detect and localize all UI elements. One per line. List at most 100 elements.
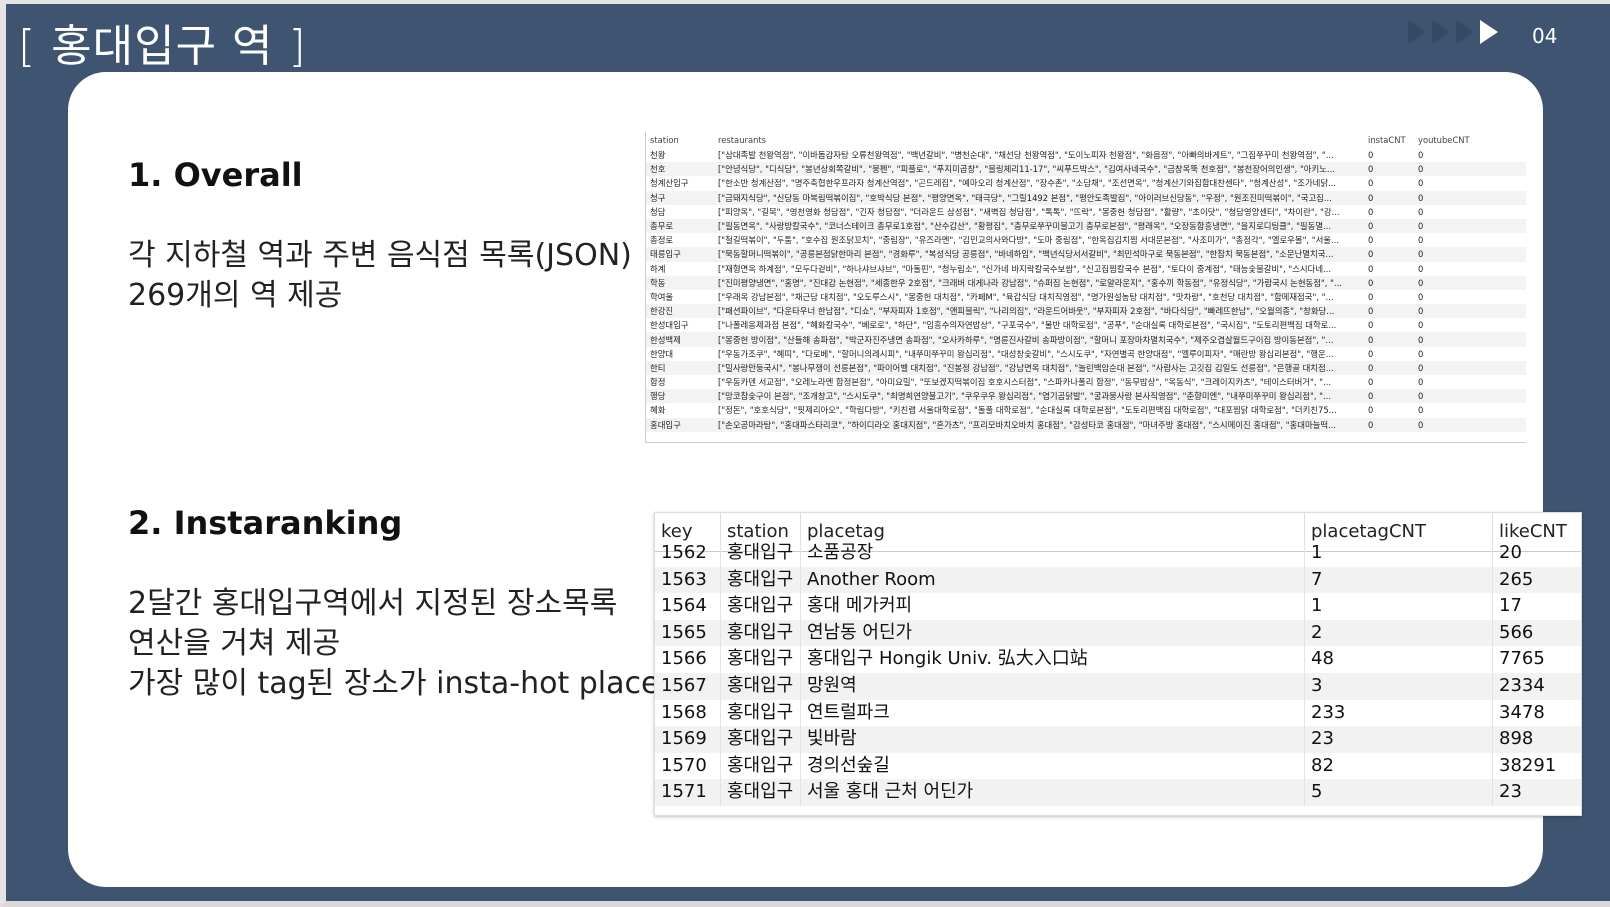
table-cell: ["묵동할머니떡볶이", "공릉본점닭한마리 본점", "경화루", "복성식당…: [714, 247, 1364, 262]
table-cell: ["삼대족발 천왕역점", "이바돔감자탕 오류천왕역점", "백년갈비", "…: [718, 150, 1334, 161]
table-cell: 행당: [646, 389, 714, 404]
table-row[interactable]: 학여울 ["우래옥 강남본점", "채근담 대치점", "오도루스시", "몽중헌…: [646, 290, 1526, 304]
table-cell: ["우동카덴 서교점", "오레노라멘 합정본점", "아미요밀", "또보겠지…: [718, 377, 1332, 388]
table-cell: 1569: [655, 726, 721, 753]
section-overall-heading: 1. Overall: [128, 156, 303, 194]
table-row[interactable]: 한성대입구 ["나폴레옹제과점 본점", "혜화칼국수", "베로로", "하단"…: [646, 318, 1526, 332]
column-header[interactable]: station: [646, 132, 714, 148]
table-row[interactable]: 한티 ["밀사랑만둥국시", "봉나무쟁이 선릉본점", "파이어벨 대치점", …: [646, 360, 1526, 375]
table-cell: 0: [1368, 291, 1374, 302]
table-cell: 1: [1305, 540, 1493, 567]
table-cell: 7: [1305, 566, 1493, 594]
column-header[interactable]: restaurants: [714, 132, 1364, 148]
table-row[interactable]: 태릉입구 ["묵동할머니떡볶이", "공릉본점닭한마리 본점", "경화루", "…: [646, 247, 1526, 262]
table-row[interactable]: 1570 홍대입구 경의선숲길 82 38291: [655, 752, 1581, 780]
table-cell: 0: [1368, 405, 1374, 416]
description-line: 2달간 홍대입구역에서 지정된 장소목록: [128, 586, 618, 621]
table-row[interactable]: 청구 ["금돼지식당", "신당동 마복림떡볶이집", "호박식당 본점", "평…: [646, 190, 1526, 205]
table-cell: 0: [1364, 304, 1414, 319]
table-cell: 20: [1499, 542, 1522, 563]
arrow-icon: [1432, 20, 1450, 44]
column-header[interactable]: youtubeCNT: [1414, 132, 1526, 148]
table-row[interactable]: 1563 홍대입구 Another Room 7 265: [655, 566, 1581, 594]
table-cell: 0: [1414, 417, 1526, 432]
table-row[interactable]: 천호 ["안녕식당", "디식당", "봉년상회쪽갈비", "뭉펜", "피플로"…: [646, 162, 1526, 177]
table-row[interactable]: 1569 홍대입구 빛바람 23 898: [655, 726, 1581, 753]
table-cell: 0: [1414, 304, 1526, 319]
table-row[interactable]: 행당 ["망코참숯구이 본점", "조개창고", "스시도쿠", "최명희연양불고…: [646, 389, 1526, 404]
table-cell: ["피양옥", "길목", "영천영화 청담점", "긴자 청담점", "더라운…: [718, 206, 1340, 217]
table-cell: 48: [1305, 646, 1493, 673]
table-cell: 0: [1364, 218, 1414, 234]
arrow-icon: [1408, 20, 1426, 44]
table-cell: 1566: [655, 646, 721, 673]
table-cell: 1563: [655, 566, 721, 594]
table-row[interactable]: 혜화 ["정돈", "호호식당", "핏제리아오", "학림다방", "키친랩 서…: [646, 403, 1526, 417]
table-cell: 청계산입구: [650, 178, 689, 189]
table-cell: 898: [1499, 728, 1534, 750]
table-cell: 0: [1414, 275, 1526, 290]
table-cell: 0: [1368, 263, 1374, 274]
table-cell: 망원역: [801, 672, 1305, 700]
description-line: 269개의 역 제공: [128, 278, 343, 313]
table-row[interactable]: 1571 홍대입구 서울 홍대 근처 어딘가 5 23: [655, 779, 1581, 806]
table-cell: 0: [1364, 162, 1414, 177]
table-cell: ["안녕식당", "디식당", "봉년상회쪽갈비", "뭉펜", "피플로", …: [714, 162, 1364, 177]
table-row[interactable]: 학동 ["진미평양냉면", "홍명", "진대감 논현점", "세종한우 2호점"…: [646, 275, 1526, 290]
table-row[interactable]: 천왕 ["삼대족발 천왕역점", "이바돔감자탕 오류천왕역점", "백년갈비",…: [646, 148, 1526, 162]
table-row[interactable]: 한성백제 ["몽중헌 방이점", "산들해 송파점", "박군자진주냉면 송파점"…: [646, 332, 1526, 347]
table-cell: 연남동 어딘가: [801, 619, 1305, 647]
table-row[interactable]: 1564 홍대입구 홍대 메가커피 1 17: [655, 593, 1581, 620]
table-cell: 청구: [646, 190, 714, 205]
table-row[interactable]: 한강진 ["패션파이브", "다운타우너 한남점", "디쇼", "부자피자 1호…: [646, 304, 1526, 319]
table-cell: ["손오공마라탕", "홍대파스타리코", "하이디라오 홍대지점", "혼가츠…: [714, 417, 1364, 432]
table-cell: 0: [1414, 218, 1526, 234]
table-cell: 0: [1368, 206, 1374, 217]
table-row[interactable]: 청담 ["피양옥", "길목", "영천영화 청담점", "긴자 청담점", "더…: [646, 205, 1526, 219]
table-cell: 0: [1418, 235, 1424, 246]
table-cell: 홍대입구: [721, 593, 801, 620]
table-cell: ["몽중헌 방이점", "산들해 송파점", "박군자진주냉면 송파점", "오…: [714, 332, 1364, 347]
table-row[interactable]: 1565 홍대입구 연남동 어딘가 2 566: [655, 619, 1581, 647]
table-cell: 빛바람: [801, 726, 1305, 753]
table-cell: 23: [1499, 781, 1522, 803]
table-cell: 233: [1305, 699, 1493, 727]
table-cell: 0: [1364, 417, 1414, 432]
section-instaranking-heading: 2. Instaranking: [128, 504, 403, 542]
table-cell: 1568: [655, 699, 721, 727]
table-row[interactable]: 1562 홍대입구 소품공장 1 20: [655, 540, 1581, 567]
instaranking-table: key station placetag placetagCNT likeCNT…: [654, 512, 1582, 816]
table-cell: 합정: [650, 377, 666, 388]
table-cell: 청담: [650, 206, 666, 217]
table-cell: 23: [1305, 726, 1493, 753]
section-instaranking-description: 2달간 홍대입구역에서 지정된 장소목록 연산을 거쳐 제공 가장 많이 tag…: [128, 584, 659, 704]
table-row[interactable]: 합정 ["우동카덴 서교점", "오레노라멘 합정본점", "아미요밀", "또보…: [646, 375, 1526, 389]
table-row[interactable]: 홍대입구 ["손오공마라탕", "홍대파스타리코", "하이디라오 홍대지점", …: [646, 417, 1526, 432]
table-cell: 0: [1414, 247, 1526, 262]
table-row[interactable]: 1568 홍대입구 연트럴파크 233 3478: [655, 699, 1581, 727]
table-cell: 38291: [1499, 754, 1557, 776]
table-row[interactable]: 하계 ["재형면옥 하계점", "모두다겉비", "하나샤브샤브", "마돌핀",…: [646, 262, 1526, 276]
table-cell: 혜화: [650, 405, 666, 416]
table-cell: 홍대입구: [721, 619, 801, 647]
table-row[interactable]: 청계산입구 ["한소반 청계산점", "명주축협한우프라자 청계산역점", "곤드…: [646, 176, 1526, 190]
table-row[interactable]: 1566 홍대입구 홍대입구 Hongik Univ. 弘大入口站 48 7765: [655, 646, 1581, 673]
table-cell: 7765: [1499, 648, 1545, 670]
table-cell: 홍대입구: [721, 646, 801, 673]
table-cell: 경의선숲길: [801, 752, 1305, 780]
table-row[interactable]: 총정로 ["철길떡볶이", "두툼", "호수집 원조닭꼬치", "중림장", "…: [646, 233, 1526, 247]
table-cell: ["필동면옥", "사랑방칼국수", "코너스테이크 총무로1호점", "산수갑…: [714, 218, 1364, 234]
table-cell: 홍대입구: [646, 417, 714, 432]
table-cell: 총정로: [650, 235, 674, 246]
column-header[interactable]: instaCNT: [1364, 132, 1414, 148]
table-row[interactable]: 1567 홍대입구 망원역 3 2334: [655, 672, 1581, 700]
table-row[interactable]: 한양대 ["우동가조쿠", "혜띠", "다로베", "할머니의레시피", "내쭈…: [646, 347, 1526, 361]
table-row[interactable]: 총무로 ["필동면옥", "사랑방칼국수", "코너스테이크 총무로1호점", "…: [646, 218, 1526, 234]
table-cell: 0: [1418, 348, 1424, 359]
table-cell: Another Room: [801, 566, 1305, 594]
table-cell: 0: [1418, 263, 1424, 274]
table-cell: 0: [1368, 377, 1374, 388]
table-cell: 5: [1305, 779, 1493, 806]
table-cell: 82: [1305, 752, 1493, 780]
table-header-row: station restaurants instaCNT youtubeCNT: [646, 132, 1526, 148]
